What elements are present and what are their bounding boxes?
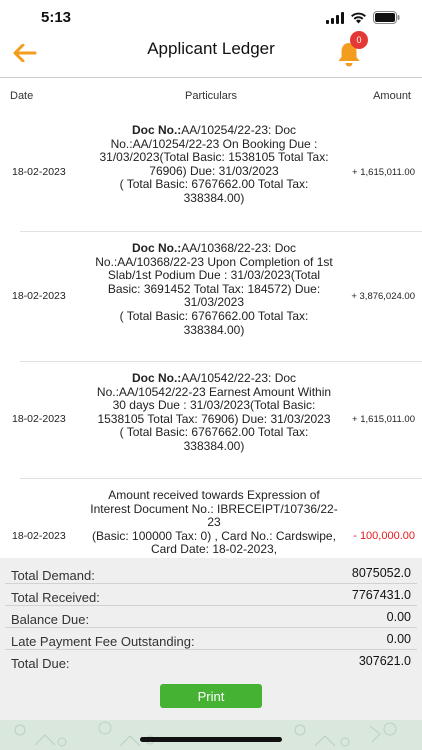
home-indicator[interactable] [140, 737, 282, 742]
particulars-text: Amount received towards Expression of In… [90, 488, 338, 557]
row-amount: + 1,615,011.00 [352, 414, 415, 425]
row-date: 18-02-2023 [12, 290, 66, 302]
total-demand-value: 8075052.0 [351, 566, 411, 580]
row-amount: + 3,876,024.00 [351, 291, 415, 302]
row-amount: - 100,000.00 [353, 530, 415, 542]
row-particulars: Doc No.:AA/10254/22-23: Doc No.:AA/10254… [90, 123, 338, 206]
battery-icon [373, 11, 400, 24]
total-received-label: Total Received: [11, 590, 100, 605]
late-fee-row: Late Payment Fee Outstanding: 0.00 [0, 628, 422, 650]
decorative-pattern [14, 721, 397, 747]
ledger-row: 18-02-2023 Doc No.:AA/10542/22-23: Doc N… [0, 362, 422, 479]
status-icons [326, 11, 400, 24]
row-particulars: Amount received towards Expression of In… [90, 488, 338, 557]
app-header: Applicant Ledger 0 [0, 31, 422, 76]
row-particulars: Doc No.:AA/10368/22-23: Doc No.:AA/10368… [90, 241, 338, 337]
row-date: 18-02-2023 [12, 413, 66, 425]
total-demand-row: Total Demand: 8075052.0 [0, 562, 422, 584]
row-date: 18-02-2023 [12, 530, 66, 542]
notification-button[interactable]: 0 [336, 31, 368, 68]
print-button[interactable]: Print [160, 684, 262, 708]
wifi-icon [351, 12, 366, 23]
row-particulars: Doc No.:AA/10542/22-23: Doc No.:AA/10542… [90, 371, 338, 454]
doc-label: Doc No.: [131, 241, 182, 255]
print-area: Print [0, 672, 422, 720]
ledger-summary: Total Demand: 8075052.0 Total Received: … [0, 558, 422, 672]
row-date: 18-02-2023 [12, 166, 66, 178]
status-time: 5:13 [41, 9, 72, 26]
ledger-row: 18-02-2023 Amount received towards Expre… [0, 479, 422, 558]
signal-icon [326, 11, 344, 24]
doc-label: Doc No.: [131, 123, 182, 137]
doc-label: Doc No.: [131, 371, 182, 385]
total-received-row: Total Received: 7767431.0 [0, 584, 422, 606]
row-amount: + 1,615,011.00 [352, 167, 415, 178]
notification-badge: 0 [350, 31, 368, 49]
balance-due-value: 0.00 [386, 610, 411, 624]
footer-pattern [0, 720, 422, 750]
total-demand-label: Total Demand: [11, 568, 95, 583]
ledger-list[interactable]: 18-02-2023 Doc No.:AA/10254/22-23: Doc N… [0, 114, 422, 558]
late-fee-label: Late Payment Fee Outstanding: [11, 634, 195, 649]
total-due-row: Total Due: 307621.0 [0, 650, 422, 672]
total-due-label: Total Due: [11, 656, 70, 671]
column-particulars: Particulars [185, 90, 237, 102]
total-due-value: 307621.0 [358, 654, 411, 668]
late-fee-value: 0.00 [386, 632, 411, 646]
ledger-row: 18-02-2023 Doc No.:AA/10368/22-23: Doc N… [0, 232, 422, 362]
particulars-text: AA/10368/22-23: Doc No.:AA/10368/22-23 U… [95, 241, 333, 337]
ledger-row: 18-02-2023 Doc No.:AA/10254/22-23: Doc N… [0, 114, 422, 232]
column-header: Date Particulars Amount [0, 78, 422, 114]
column-amount: Amount [373, 90, 411, 102]
balance-due-row: Balance Due: 0.00 [0, 606, 422, 628]
status-bar: 5:13 [0, 0, 422, 34]
total-received-value: 7767431.0 [351, 588, 411, 602]
balance-due-label: Balance Due: [11, 612, 90, 627]
